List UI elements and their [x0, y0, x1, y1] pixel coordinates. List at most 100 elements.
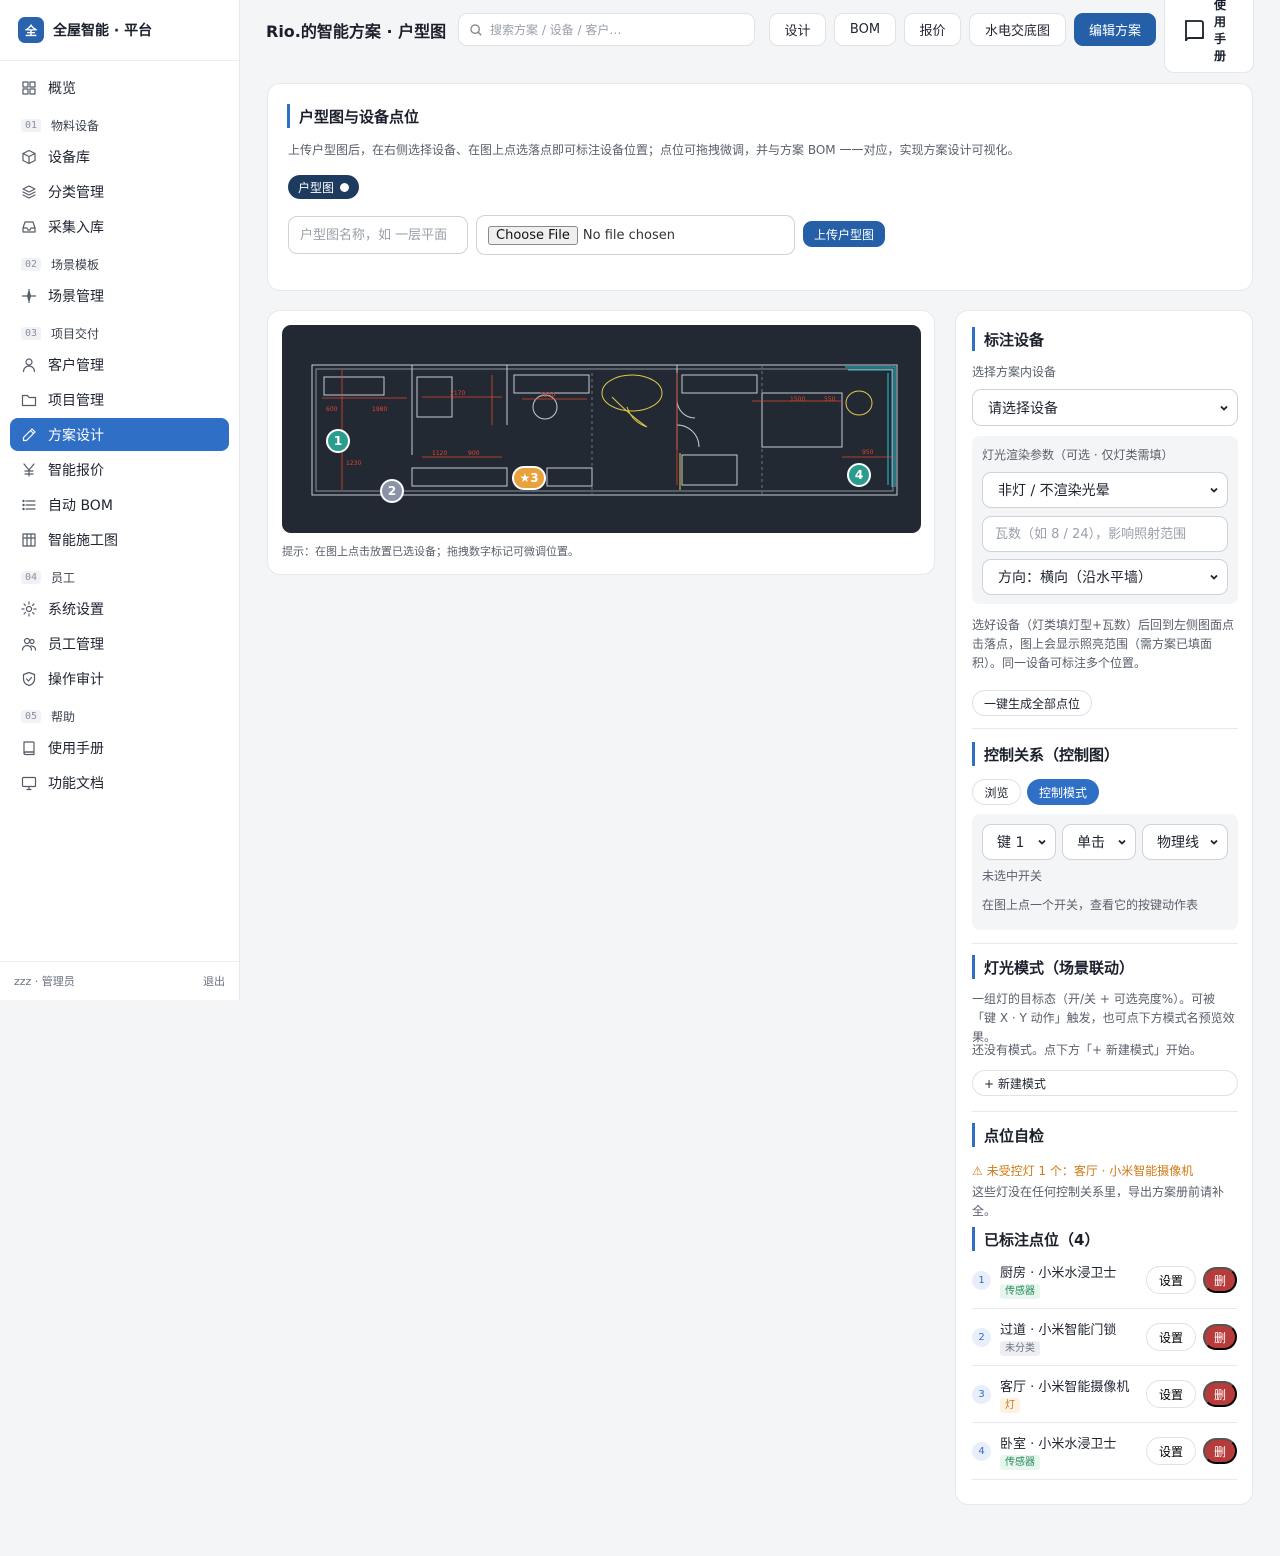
- dimension-label: 900: [468, 450, 480, 457]
- search-box[interactable]: [458, 13, 755, 46]
- manual-label: 使用手册: [1214, 0, 1227, 63]
- wattage-input[interactable]: [982, 516, 1228, 552]
- point-delete-button[interactable]: 删: [1203, 1267, 1237, 1293]
- uncontrolled-warning: ⚠ 未受控灯 1 个：客厅 · 小米智能摄像机: [972, 1164, 1194, 1178]
- tab-plumbing-electrical[interactable]: 水电交底图: [969, 13, 1066, 46]
- nav-item-label: 员工管理: [48, 636, 104, 653]
- mode-browse-button[interactable]: 浏览: [972, 779, 1021, 805]
- sidebar-item-docs[interactable]: 功能文档: [10, 766, 229, 799]
- brand[interactable]: 全 全屋智能 · 平台: [0, 0, 239, 61]
- point-delete-button[interactable]: 删: [1203, 1381, 1237, 1407]
- upload-floorplan-button[interactable]: 上传户型图: [803, 221, 886, 247]
- floorplan-drawing: 600 1980 2170 2200 1120 900 1500 550 950 1230: [311, 364, 898, 496]
- file-picker[interactable]: Choose File No file chosen: [476, 215, 795, 255]
- sidebar-item-manual[interactable]: 使用手册: [10, 731, 229, 764]
- sidebar-item-quote[interactable]: 智能报价: [10, 453, 229, 486]
- nav-section-header: 01 物料设备: [10, 114, 229, 136]
- switch-status: 未选中开关: [982, 869, 1043, 883]
- sidebar-item-projects[interactable]: 项目管理: [10, 383, 229, 416]
- file-status: No file chosen: [582, 227, 675, 243]
- sidebar-item-design[interactable]: 方案设计: [10, 418, 229, 451]
- annotate-title: 标注设备: [972, 327, 1044, 351]
- nav-section-number: 04: [21, 570, 42, 584]
- annotate-note: 选好设备（灯类填灯型+瓦数）后回到左侧图面点击落点，图上会显示照亮范围（需方案已…: [972, 618, 1235, 670]
- current-user: zzz · 管理员: [14, 975, 75, 988]
- sidebar-item-settings[interactable]: 系统设置: [10, 592, 229, 625]
- upload-desc: 上传户型图后，在右侧选择设备、在图上点选落点即可标注设备位置；点位可拖拽微调，并…: [288, 143, 1020, 157]
- point-settings-button[interactable]: 设置: [1146, 1323, 1196, 1351]
- chevron-down-icon: [1210, 574, 1218, 580]
- point-delete-button[interactable]: 删: [1203, 1438, 1237, 1464]
- sidebar-item-scenes[interactable]: 场景管理: [10, 279, 229, 312]
- manual-button[interactable]: 使用手册: [1164, 0, 1254, 73]
- floorplan-marker[interactable]: 1: [326, 429, 350, 453]
- point-row[interactable]: 1 厨房 · 小米水浸卫士 传感器 设置删: [972, 1252, 1237, 1309]
- sidebar-item-bom[interactable]: 自动 BOM: [10, 488, 229, 521]
- mode-control-button[interactable]: 控制模式: [1027, 779, 1099, 805]
- point-info: 客厅 · 小米智能摄像机灯: [1000, 1376, 1146, 1413]
- floorplan-marker[interactable]: 4: [847, 463, 871, 487]
- sidebar-item-construction[interactable]: 智能施工图: [10, 523, 229, 556]
- point-settings-button[interactable]: 设置: [1146, 1266, 1196, 1294]
- sidebar-item-staff[interactable]: 员工管理: [10, 627, 229, 660]
- device-select[interactable]: 请选择设备: [972, 389, 1238, 426]
- tab-design[interactable]: 设计: [769, 13, 826, 46]
- modes-desc: 一组灯的目标态（开/关 + 可选亮度%）。可被「键 X · Y 动作」触发，也可…: [972, 992, 1235, 1044]
- point-delete-button[interactable]: 删: [1203, 1324, 1237, 1350]
- point-category-tag: 未分类: [1000, 1340, 1040, 1356]
- modes-empty: 还没有模式。点下方「+ 新建模式」开始。: [972, 1043, 1202, 1057]
- nav-item-label: 概览: [48, 80, 76, 97]
- floorplan-canvas[interactable]: 600 1980 2170 2200 1120 900 1500 550 950 1230 1 2 ★…: [282, 325, 921, 533]
- floorplan-name-input[interactable]: [288, 216, 468, 254]
- book-icon: [21, 740, 37, 756]
- floorplan-marker[interactable]: ★3: [512, 466, 546, 490]
- choose-file-button[interactable]: Choose File: [488, 225, 578, 245]
- modes-title: 灯光模式（场景联动）: [972, 955, 1134, 979]
- light-type-select[interactable]: 非灯 / 不渲染光晕: [982, 472, 1228, 508]
- point-settings-button[interactable]: 设置: [1146, 1380, 1196, 1408]
- device-panel: 标注设备 选择方案内设备 请选择设备 灯光渲染参数（可选 · 仅灯类需填） 非灯…: [955, 310, 1253, 1505]
- key-select[interactable]: 键 1: [982, 824, 1056, 860]
- tab-floorplan[interactable]: 户型图: [288, 175, 360, 199]
- wire-type-value: 物理线: [1157, 835, 1199, 851]
- point-number: 4: [972, 1441, 991, 1461]
- wire-type-select[interactable]: 物理线: [1142, 824, 1228, 860]
- tab-quote[interactable]: 报价: [904, 13, 961, 46]
- dimension-label: 2170: [450, 390, 465, 397]
- sidebar-item-overview[interactable]: 概览: [10, 71, 229, 104]
- sidebar-item-audit[interactable]: 操作审计: [10, 662, 229, 695]
- point-settings-button[interactable]: 设置: [1146, 1437, 1196, 1465]
- floorplan-marker[interactable]: 2: [380, 479, 404, 503]
- floorplan-hint: 提示：在图上点击放置已选设备；拖拽数字标记可微调位置。: [282, 545, 579, 558]
- search-input[interactable]: [490, 22, 730, 37]
- new-mode-button[interactable]: + 新建模式: [972, 1070, 1238, 1096]
- cube-icon: [21, 149, 37, 165]
- control-title: 控制关系（控制图）: [972, 742, 1119, 766]
- table-icon: [21, 532, 37, 548]
- sun-gear-icon: [21, 600, 37, 617]
- point-number: 2: [972, 1327, 991, 1347]
- point-row[interactable]: 2 过道 · 小米智能门锁 未分类 设置删: [972, 1309, 1237, 1366]
- sidebar-item-categories[interactable]: 分类管理: [10, 175, 229, 208]
- logout-link[interactable]: 退出: [203, 973, 225, 989]
- edit-plan-button[interactable]: 编辑方案: [1074, 13, 1156, 46]
- sidebar-item-customers[interactable]: 客户管理: [10, 348, 229, 381]
- divider: [972, 943, 1238, 944]
- point-row[interactable]: 3 客厅 · 小米智能摄像机灯设置删: [972, 1366, 1237, 1423]
- point-category-tag: 传感器: [1000, 1454, 1040, 1470]
- generate-all-points-button[interactable]: 一键生成全部点位: [972, 690, 1093, 716]
- point-row[interactable]: 4 卧室 · 小米水浸卫士 传感器 设置删: [972, 1423, 1237, 1480]
- sidebar-nav: 概览 01 物料设备 设备库 分类管理 采集入库 02 场景模板 场景管理 03 项目交付 客户管理项…: [0, 61, 239, 799]
- click-type-select[interactable]: 单击: [1062, 824, 1136, 860]
- yen-icon: [21, 462, 37, 478]
- sidebar-item-device-library[interactable]: 设备库: [10, 140, 229, 173]
- check-note: 这些灯没在任何控制关系里，导出方案册前请补全。: [972, 1185, 1225, 1218]
- tab-bom[interactable]: BOM: [834, 13, 896, 46]
- click-type-value: 单击: [1077, 835, 1105, 851]
- direction-select[interactable]: 方向：横向（沿水平墙）: [982, 559, 1228, 595]
- sidebar-item-collect[interactable]: 采集入库: [10, 210, 229, 243]
- nav-section-label: 项目交付: [51, 326, 100, 341]
- brand-name: 全屋智能 · 平台: [53, 23, 153, 39]
- nav-item-label: 智能报价: [48, 462, 104, 479]
- layers-icon: [21, 184, 37, 200]
